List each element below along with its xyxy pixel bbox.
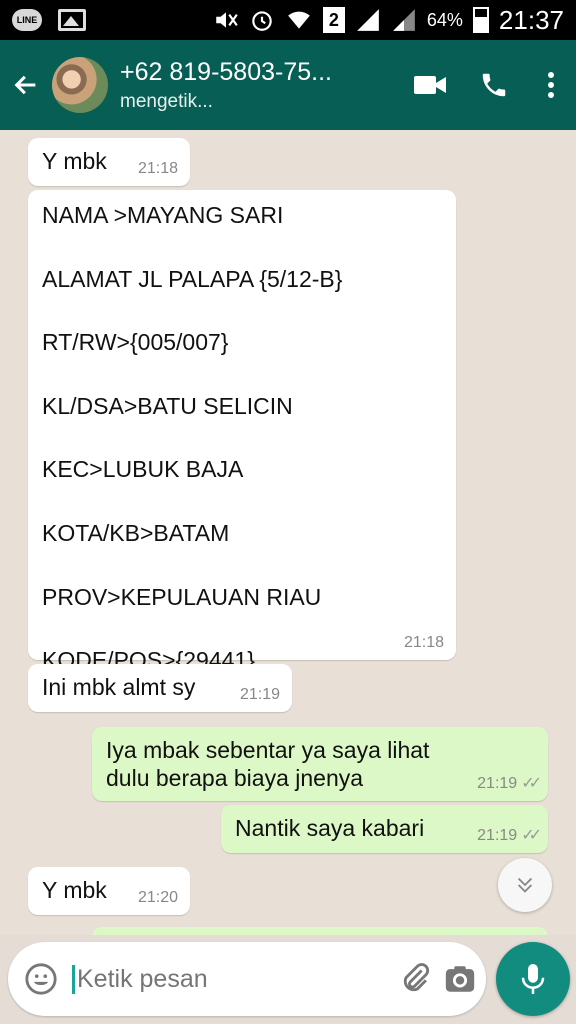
partial-message-bubble (92, 927, 548, 935)
double-chevron-down-icon (517, 877, 533, 893)
message-bubble[interactable]: Nantik saya kabari 21:19 ✓✓ (221, 805, 548, 853)
gallery-notification-icon (58, 9, 86, 31)
signal-icon (357, 9, 379, 31)
message-input[interactable] (72, 964, 399, 994)
more-vert-icon (548, 72, 554, 98)
paperclip-icon (403, 963, 430, 992)
message-time: 21:18 (137, 159, 178, 177)
message-line: PROV>KEPULAUAN RIAU (42, 583, 322, 610)
camera-button[interactable] (443, 955, 477, 1003)
contact-info[interactable]: +62 819-5803-75... mengetik... (120, 58, 398, 113)
message-bubble[interactable]: NAMA >MAYANG SARI ALAMAT JL PALAPA {5/12… (28, 190, 456, 673)
contact-status: mengetik... (120, 90, 213, 112)
wifi-icon (288, 11, 310, 29)
read-ticks-icon: ✓✓ (521, 774, 542, 792)
video-call-button[interactable] (398, 40, 462, 130)
clock: 21:37 (498, 4, 564, 35)
message-text: Iya mbak sebentar ya saya lihat dulu ber… (106, 737, 430, 791)
attach-button[interactable] (399, 955, 433, 1003)
message-line: NAMA >MAYANG SARI (42, 202, 284, 228)
mute-icon (216, 12, 238, 28)
video-camera-icon (414, 76, 446, 94)
battery-percent: 64% (426, 9, 463, 30)
message-bubble[interactable]: Ini mbk almt sy 21:19 (28, 664, 292, 712)
message-bubble[interactable]: Y mbk 21:20 (28, 867, 190, 915)
chat-header: +62 819-5803-75... mengetik... (0, 40, 576, 130)
voice-call-button[interactable] (462, 40, 526, 130)
status-bar: LINE 2 64% 21:37 (0, 0, 576, 40)
contact-avatar[interactable] (52, 57, 108, 113)
message-line: KEC>LUBUK BAJA (42, 456, 244, 483)
message-time: 21:19 (239, 685, 280, 703)
contact-name: +62 819-5803-75... (120, 57, 332, 86)
message-line: ALAMAT JL PALAPA {5/12-B} (42, 265, 343, 292)
battery-icon (472, 7, 489, 33)
message-time: 21:19 (477, 774, 518, 792)
overflow-menu-button[interactable] (526, 40, 576, 130)
microphone-icon (521, 964, 545, 994)
message-time: 21:19 (477, 826, 518, 844)
alarm-icon (252, 11, 272, 31)
message-line: KOTA/KB>BATAM (42, 519, 230, 546)
message-bubble[interactable]: Y mbk 21:18 (28, 138, 190, 186)
scroll-to-bottom-button[interactable] (498, 858, 552, 912)
read-ticks-icon: ✓✓ (521, 826, 542, 844)
signal-icon-2 (393, 9, 415, 31)
phone-icon (482, 73, 506, 97)
line-app-icon: LINE (12, 9, 42, 31)
compose-bar (8, 942, 486, 1016)
camera-icon (445, 966, 475, 992)
message-time: 21:20 (137, 888, 178, 906)
message-bubble[interactable]: Iya mbak sebentar ya saya lihat dulu ber… (92, 727, 548, 801)
chat-area[interactable]: Y mbk 21:18 NAMA >MAYANG SARI ALAMAT JL … (0, 130, 576, 935)
emoji-icon (25, 963, 57, 995)
back-button[interactable] (0, 40, 52, 130)
voice-record-button[interactable] (496, 942, 570, 1016)
emoji-button[interactable] (24, 955, 58, 1003)
message-line: KL/DSA>BATU SELICIN (42, 392, 293, 419)
sim-indicator: 2 (322, 7, 345, 33)
message-time: 21:18 (403, 633, 444, 651)
back-arrow-icon (14, 75, 36, 95)
message-line: RT/RW>{005/007} (42, 329, 229, 356)
